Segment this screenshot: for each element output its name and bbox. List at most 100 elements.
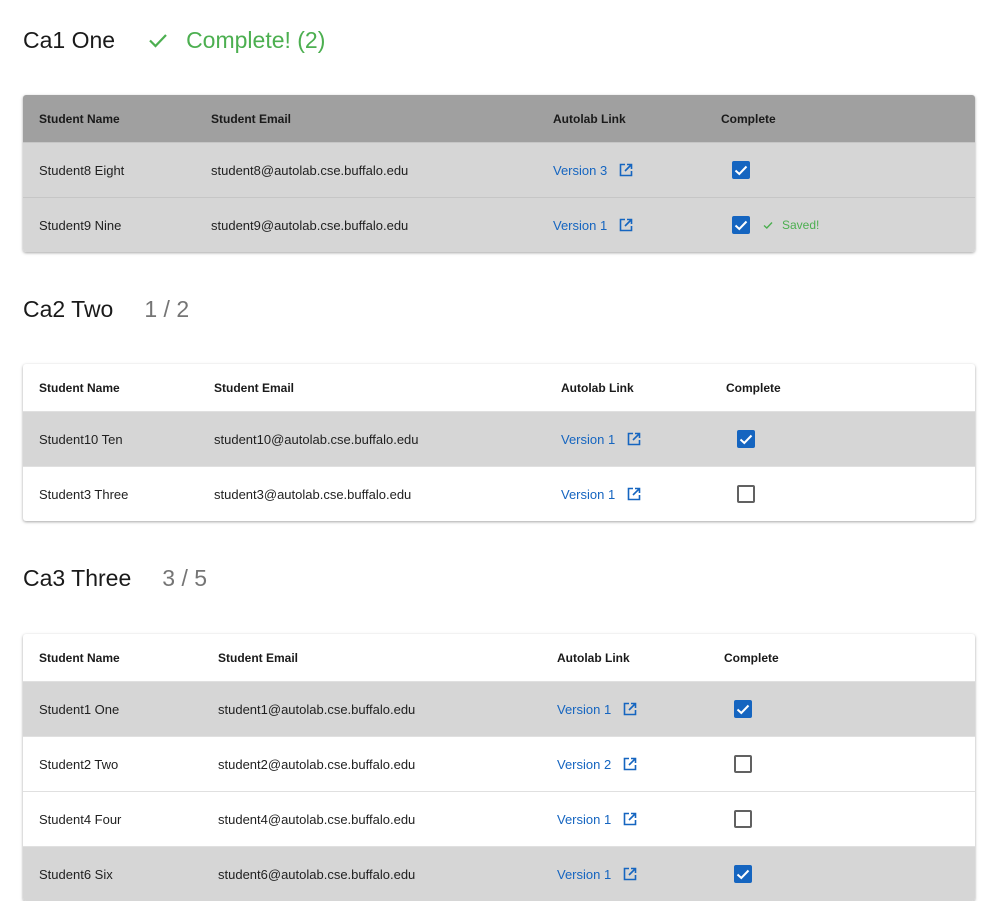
section-header: Ca3 Three 3 / 5: [0, 558, 1004, 598]
checkmark-icon: [736, 704, 750, 715]
autolab-link-label: Version 1: [561, 431, 616, 447]
student-email: student8@autolab.cse.buffalo.edu: [211, 162, 409, 178]
table-row: Student8 Eight student8@autolab.cse.buff…: [23, 142, 975, 197]
student-name: Student3 Three: [39, 486, 129, 502]
complete-checkbox-cell: [734, 755, 752, 773]
student-name: Student2 Two: [39, 756, 119, 772]
column-header-name: Student Name: [39, 380, 120, 395]
student-email: student2@autolab.cse.buffalo.edu: [218, 756, 416, 772]
table-row: Student6 Six student6@autolab.cse.buffal…: [23, 846, 975, 901]
section-status-text: Complete! (2): [186, 26, 326, 53]
autolab-link[interactable]: Version 1: [561, 487, 641, 502]
section-header: Ca2 Two 1 / 2: [0, 289, 1004, 329]
open-in-new-icon: [623, 867, 637, 881]
open-in-new-icon: [627, 487, 641, 501]
autolab-link[interactable]: Version 1: [561, 432, 641, 447]
table-row: Student10 Ten student10@autolab.cse.buff…: [23, 411, 975, 466]
autolab-link[interactable]: Version 1: [557, 702, 637, 717]
student-table: Student Name Student Email Autolab Link …: [23, 95, 975, 252]
column-header-email: Student Email: [214, 380, 295, 395]
complete-checkbox-cell: [734, 865, 752, 883]
complete-checkbox[interactable]: [734, 700, 752, 718]
student-email: student1@autolab.cse.buffalo.edu: [218, 701, 416, 717]
table-header: Student Name Student Email Autolab Link …: [23, 634, 975, 681]
check-icon: [763, 222, 773, 229]
autolab-link[interactable]: Version 2: [557, 757, 637, 772]
student-name: Student10 Ten: [39, 431, 123, 447]
student-name: Student1 One: [39, 701, 120, 717]
complete-checkbox[interactable]: [734, 810, 752, 828]
section-status: 1 / 2: [144, 295, 190, 322]
checkmark-icon: [734, 220, 748, 231]
autolab-link-label: Version 1: [561, 486, 616, 502]
student-email: student4@autolab.cse.buffalo.edu: [218, 811, 416, 827]
student-email: student9@autolab.cse.buffalo.edu: [211, 217, 409, 233]
student-name: Student4 Four: [39, 811, 122, 827]
student-name: Student8 Eight: [39, 162, 125, 178]
section-status: Complete! (2): [146, 27, 325, 54]
open-in-new-icon: [623, 757, 637, 771]
autolab-link-label: Version 1: [557, 866, 612, 882]
table-row: Student2 Two student2@autolab.cse.buffal…: [23, 736, 975, 791]
open-in-new-icon: [619, 218, 633, 232]
student-table: Student Name Student Email Autolab Link …: [23, 634, 975, 901]
open-in-new-icon: [623, 812, 637, 826]
section-header: Ca1 One Complete! (2): [0, 20, 1004, 60]
complete-checkbox-cell: [734, 700, 752, 718]
autolab-link[interactable]: Version 1: [557, 867, 637, 882]
autolab-link-label: Version 2: [557, 756, 612, 772]
complete-checkbox[interactable]: [737, 485, 755, 503]
table-header: Student Name Student Email Autolab Link …: [23, 95, 975, 142]
open-in-new-icon: [623, 702, 637, 716]
section-title: Ca3 Three: [23, 564, 132, 591]
autolab-link-label: Version 1: [553, 217, 608, 233]
open-in-new-icon: [627, 432, 641, 446]
complete-checkbox[interactable]: [734, 865, 752, 883]
section-title: Ca1 One: [23, 26, 116, 53]
student-name: Student6 Six: [39, 866, 113, 882]
student-email: student3@autolab.cse.buffalo.edu: [214, 486, 412, 502]
complete-checkbox-cell: [734, 810, 752, 828]
section-title: Ca2 Two: [23, 295, 114, 322]
column-header-name: Student Name: [39, 111, 120, 126]
column-header-complete: Complete: [726, 380, 781, 395]
column-header-complete: Complete: [724, 650, 779, 665]
column-header-email: Student Email: [211, 111, 292, 126]
complete-checkbox-cell: [737, 485, 755, 503]
column-header-link: Autolab Link: [561, 380, 634, 395]
complete-checkbox-cell: Saved!: [732, 216, 819, 234]
table-row: Student1 One student1@autolab.cse.buffal…: [23, 681, 975, 736]
autolab-link-label: Version 3: [553, 162, 608, 178]
section-status: 3 / 5: [162, 564, 208, 591]
checkmark-icon: [736, 869, 750, 880]
table-row: Student4 Four student4@autolab.cse.buffa…: [23, 791, 975, 846]
complete-checkbox[interactable]: [734, 755, 752, 773]
complete-checkbox[interactable]: [732, 161, 750, 179]
checkmark-icon: [739, 434, 753, 445]
complete-checkbox[interactable]: [737, 430, 755, 448]
column-header-name: Student Name: [39, 650, 120, 665]
table-row: Student3 Three student3@autolab.cse.buff…: [23, 466, 975, 521]
autolab-link-label: Version 1: [557, 701, 612, 717]
checkmark-icon: [734, 165, 748, 176]
student-name: Student9 Nine: [39, 217, 122, 233]
saved-text: Saved!: [782, 218, 820, 232]
table-row: Student9 Nine student9@autolab.cse.buffa…: [23, 197, 975, 252]
autolab-link[interactable]: Version 1: [553, 218, 633, 233]
column-header-link: Autolab Link: [557, 650, 630, 665]
complete-checkbox-cell: [732, 161, 750, 179]
column-header-link: Autolab Link: [553, 111, 626, 126]
student-email: student10@autolab.cse.buffalo.edu: [214, 431, 419, 447]
student-table: Student Name Student Email Autolab Link …: [23, 364, 975, 521]
table-header: Student Name Student Email Autolab Link …: [23, 364, 975, 411]
open-in-new-icon: [619, 163, 633, 177]
column-header-email: Student Email: [218, 650, 299, 665]
autolab-link[interactable]: Version 3: [553, 163, 633, 178]
check-icon: [149, 34, 167, 48]
autolab-link-label: Version 1: [557, 811, 612, 827]
autolab-link[interactable]: Version 1: [557, 812, 637, 827]
complete-checkbox-cell: [737, 430, 755, 448]
complete-checkbox[interactable]: [732, 216, 750, 234]
student-email: student6@autolab.cse.buffalo.edu: [218, 866, 416, 882]
saved-indicator: Saved!: [762, 218, 819, 232]
